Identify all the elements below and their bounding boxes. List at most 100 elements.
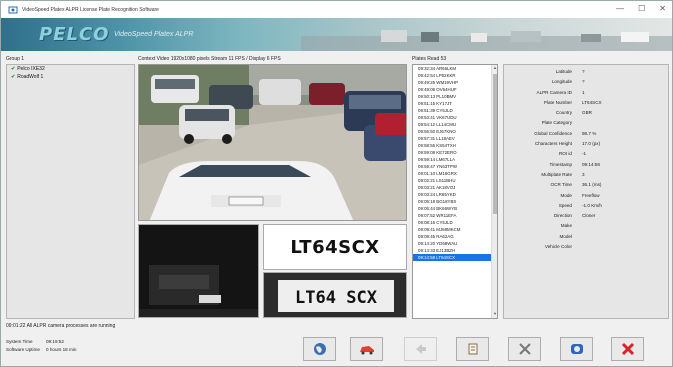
- plate-read-row[interactable]: 09:09:41 MJ68MKCM: [413, 226, 497, 233]
- plate-read-row[interactable]: 09:01:10 LM16GRX: [413, 170, 497, 177]
- pelco-logo: PELCO: [39, 24, 110, 45]
- minimize-button[interactable]: —: [616, 4, 624, 14]
- detail-row: Make: [504, 219, 668, 229]
- detail-value: ?: [582, 79, 585, 85]
- detail-row: Direction Closer: [504, 209, 668, 219]
- plate-read-row[interactable]: 09:58:55 KS54TXH: [413, 142, 497, 149]
- detail-row: OCR Time 36.1 (ms): [504, 178, 668, 188]
- detail-row: Plate Category: [504, 116, 668, 126]
- context-video[interactable]: [138, 64, 407, 221]
- scroll-thumb[interactable]: [493, 74, 497, 214]
- plate-read-row[interactable]: 09:07:52 WR11EFA: [413, 212, 497, 219]
- detail-key: Mode: [560, 192, 573, 198]
- plate-crop-image: LT64 SCX: [263, 272, 407, 318]
- plate-read-row[interactable]: 09:09:45 RA62AG: [413, 233, 497, 240]
- detail-key: Multiplate Rate: [541, 171, 572, 177]
- title-bar: VideoSpeed Platex ALPR License Plate Rec…: [1, 1, 672, 18]
- plate-read-row[interactable]: 09:14:20 YD68WAU: [413, 240, 497, 247]
- plate-read-row[interactable]: 09:59:14 LM67LLA: [413, 156, 497, 163]
- list-icon: [468, 343, 477, 355]
- detail-value: 1: [582, 89, 585, 95]
- context-video-label: Context Video 1920x1080 pixels Stream 11…: [138, 56, 281, 62]
- detail-value: ?: [582, 69, 585, 74]
- detail-value: LT64SCX: [582, 99, 602, 105]
- detail-key: Direction: [553, 213, 572, 219]
- detail-row: Mode Freeflow: [504, 189, 668, 199]
- power-icon: [570, 344, 583, 354]
- plate-read-row[interactable]: 09:14:33 EJ13BZH: [413, 247, 497, 254]
- plate-read-row[interactable]: 09:49:06 OV64HUF: [413, 86, 497, 93]
- arrow-icon: [415, 344, 426, 354]
- close-window-button[interactable]: ✕: [659, 4, 666, 14]
- vehicle-button[interactable]: [350, 337, 383, 361]
- checkmark-icon: ✔: [11, 66, 16, 72]
- detail-key: Global Confidence: [534, 130, 572, 136]
- detail-row: Vehicle Color: [504, 240, 668, 250]
- context-video-frame: [139, 65, 406, 220]
- plate-read-row[interactable]: 09:59:47 YN63TPW: [413, 163, 497, 170]
- detail-key: ROI id: [558, 151, 572, 157]
- plate-read-row[interactable]: 09:57:31 LL18AEV: [413, 135, 497, 142]
- camera-item-roadwolf[interactable]: ✔ RoadWolf 1: [7, 73, 134, 81]
- vehicle-icon: [359, 346, 374, 355]
- detail-key: Country: [555, 110, 572, 116]
- detail-row: Country GBR: [504, 106, 668, 116]
- detail-row: Multiplate Rate 3: [504, 168, 668, 178]
- detail-row: Model: [504, 230, 668, 240]
- plate-read-row[interactable]: 09:02:21 LS11BHU: [413, 177, 497, 184]
- plate-crop-text: LT64 SCX: [295, 288, 378, 308]
- camera-group-tree: ✔ Pelco IXE32 ✔ RoadWolf 1: [6, 64, 135, 319]
- maximize-button[interactable]: ☐: [638, 4, 645, 14]
- app-icon: [8, 6, 18, 13]
- plate-read-row[interactable]: 09:08:16 CY5JLD: [413, 219, 497, 226]
- scroll-up-icon[interactable]: ▲: [492, 65, 497, 72]
- detail-key: Speed: [558, 202, 572, 208]
- plate-read-row[interactable]: 09:51:15 KY17JT: [413, 100, 497, 107]
- camera-item-label: Pelco IXE32: [17, 66, 45, 72]
- plate-read-row[interactable]: 09:05:18 BG18YBS: [413, 198, 497, 205]
- plate-read-row[interactable]: 09:50:13 PL10BMV: [413, 93, 497, 100]
- plate-read-row[interactable]: 09:53:41 VK67UDU: [413, 114, 497, 121]
- plate-read-row[interactable]: 09:03:21 AK18VOJ: [413, 184, 497, 191]
- plate-read-row[interactable]: 09:32:34 AR66LKM: [413, 65, 497, 72]
- detail-row: Speed -1.0 Km/h: [504, 199, 668, 209]
- plate-read-row[interactable]: 09:05:44 BK66WYB: [413, 205, 497, 212]
- vehicle-thumbnail: [138, 224, 259, 318]
- plate-details-panel: Latitude? Longitude? ALPR Camera ID 1 Plate …: [503, 64, 669, 319]
- camera-item-label: RoadWolf 1: [17, 74, 44, 80]
- plates-list-scrollbar[interactable]: ▲ ▼: [491, 65, 497, 318]
- detail-key: ALPR Camera ID: [536, 89, 573, 95]
- group-label: Group 1: [6, 56, 25, 62]
- detail-key: Longitude: [551, 79, 572, 85]
- detail-row: Characters Height 17.0 (px): [504, 137, 668, 147]
- close-app-button[interactable]: [611, 337, 644, 361]
- plate-read-row[interactable]: 09:03:24 LR65YKD: [413, 191, 497, 198]
- plates-read-list[interactable]: 09:32:34 AR66LKM 09:42:54 LP62KKR 09:49:25…: [412, 64, 498, 319]
- list-button[interactable]: [456, 337, 489, 361]
- globe-button[interactable]: [303, 337, 336, 361]
- plate-read-row[interactable]: 09:59:08 KE72ERO: [413, 149, 497, 156]
- power-button[interactable]: [560, 337, 593, 361]
- header-banner: PELCO VideoSpeed Platex ALPR: [1, 18, 672, 51]
- status-message: 09:01:22 All ALPR camera processes are r…: [6, 323, 116, 329]
- detail-row: Latitude?: [504, 65, 668, 75]
- camera-item-pelco[interactable]: ✔ Pelco IXE32: [7, 65, 134, 73]
- tools-button[interactable]: [508, 337, 541, 361]
- detail-row: ROI id -1: [504, 147, 668, 157]
- detail-row: Plate Number LT64SCX: [504, 96, 668, 106]
- detail-value: Freeflow: [582, 192, 600, 198]
- arrow-button[interactable]: [404, 337, 437, 361]
- detail-key: Vehicle Color: [544, 244, 572, 250]
- plate-read-row[interactable]: 09:51:39 CY5JLD: [413, 107, 497, 114]
- plate-read-row[interactable]: 09:54:12 LL14CMU: [413, 121, 497, 128]
- detail-value: Closer: [582, 213, 596, 219]
- plate-read-row[interactable]: 09:42:54 LP62KKR: [413, 72, 497, 79]
- scroll-down-icon[interactable]: ▼: [492, 311, 497, 318]
- plate-read-row[interactable]: 09:49:25 WM19VHP: [413, 79, 497, 86]
- plate-read-row[interactable]: 09:56:50 EJ67KNO: [413, 128, 497, 135]
- plates-read-label: Plates Read 53: [412, 56, 447, 62]
- bottom-toolbar: [1, 337, 672, 361]
- detail-key: Plate Number: [543, 99, 572, 105]
- plate-read-row[interactable]: 09:14:58 LT64SCX: [413, 254, 497, 261]
- tools-icon: [518, 343, 531, 355]
